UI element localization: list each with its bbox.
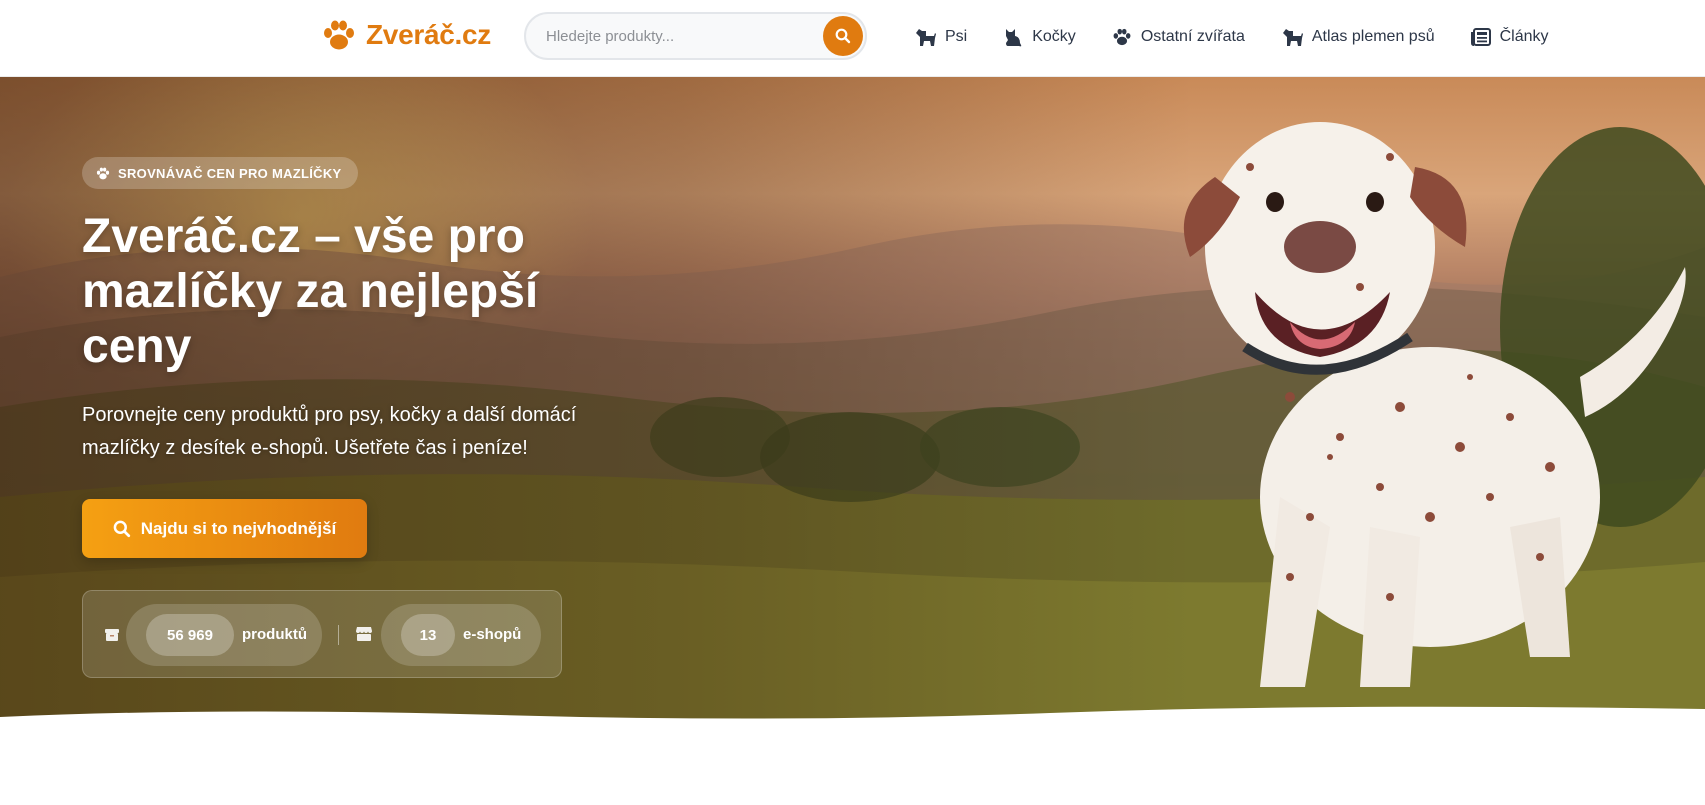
paw-icon: [1113, 28, 1131, 46]
nav-label: Ostatní zvířata: [1140, 28, 1245, 45]
nav-item-clanky[interactable]: Články: [1470, 28, 1549, 46]
nav-item-kocky[interactable]: Kočky: [1003, 27, 1076, 47]
nav-label: Kočky: [1032, 28, 1076, 45]
nav-label: Atlas plemen psů: [1311, 28, 1435, 45]
search-icon: [835, 28, 851, 44]
site-header: Zveráč.cz Psi Kočky: [0, 0, 1705, 77]
main-nav: Psi Kočky Ostatní zvířata Atlas plemen p…: [914, 0, 1549, 74]
hero-bottom-wave: [0, 706, 1705, 727]
hero-section: SROVNÁVAČ CEN PRO MAZLÍČKY Zveráč.cz – v…: [0, 77, 1705, 727]
logo-text: Zveráč.cz: [366, 19, 491, 50]
dog-icon: [1282, 29, 1303, 46]
search-button[interactable]: [823, 16, 863, 56]
cat-icon: [1006, 29, 1022, 47]
dog-icon: [916, 29, 936, 46]
nav-item-ostatni-zvirata[interactable]: Ostatní zvířata: [1112, 28, 1245, 46]
nav-item-atlas-plemen[interactable]: Atlas plemen psů: [1281, 27, 1435, 47]
nav-label: Články: [1499, 28, 1549, 45]
search-input[interactable]: [546, 14, 816, 58]
nav-label: Psi: [945, 28, 968, 45]
newspaper-icon: [1470, 28, 1491, 46]
nav-item-psi[interactable]: Psi: [914, 27, 967, 47]
logo[interactable]: Zveráč.cz: [322, 19, 491, 51]
paw-icon: [324, 20, 354, 50]
search-bar: [524, 12, 867, 60]
